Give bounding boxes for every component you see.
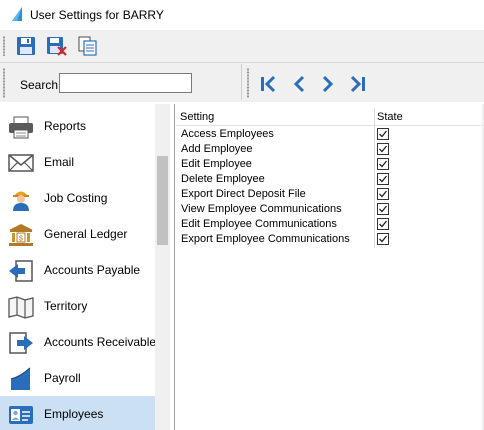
checkmark-icon (379, 175, 388, 183)
app-logo-icon (12, 7, 22, 21)
state-checkbox[interactable] (377, 143, 389, 155)
search-input[interactable] (59, 73, 192, 93)
checkmark-icon (379, 190, 388, 198)
last-record-button[interactable] (348, 74, 368, 94)
next-record-button[interactable] (318, 74, 338, 94)
last-record-icon (350, 75, 365, 93)
checkmark-icon (379, 235, 388, 243)
sidebar-item-label: Payroll (44, 371, 81, 385)
save-and-close-button[interactable] (46, 36, 67, 56)
setting-name: Edit Employee (181, 158, 252, 170)
sidebar-item-accounts-receivable[interactable]: Accounts Receivable (0, 324, 157, 360)
save-button[interactable] (16, 36, 36, 56)
printer-icon (9, 116, 33, 139)
state-checkbox[interactable] (377, 203, 389, 215)
sidebar-item-label: Reports (44, 119, 87, 133)
table-row[interactable]: Export Employee Communications (176, 232, 482, 247)
sidebar-item-label: Job Costing (44, 191, 108, 205)
sidebar-item-label: Accounts Payable (44, 263, 141, 277)
setting-name: Export Direct Deposit File (181, 188, 306, 200)
setting-name: Export Employee Communications (181, 233, 350, 245)
state-checkbox[interactable] (377, 128, 389, 140)
sidebar-item-label: Territory (44, 299, 88, 313)
table-row[interactable]: Export Direct Deposit File (176, 187, 482, 202)
save-close-icon (47, 37, 67, 56)
setting-name: Delete Employee (181, 173, 265, 185)
sidebar-item-label: Employees (44, 407, 104, 421)
sidebar-item-job-costing[interactable]: Job Costing (0, 180, 155, 216)
panel-divider[interactable] (174, 104, 175, 430)
svg-text:$: $ (19, 236, 23, 243)
toolbar-grip[interactable] (3, 36, 5, 56)
sidebar-item-email[interactable]: Email (0, 144, 155, 180)
previous-record-icon (293, 75, 305, 93)
header-divider (176, 125, 482, 126)
payable-icon (9, 260, 33, 282)
column-header-state[interactable]: State (377, 111, 403, 123)
copy-button[interactable] (78, 36, 98, 56)
sidebar-item-label: Accounts Receivable (44, 335, 157, 349)
sidebar-item-territory[interactable]: Territory (0, 288, 155, 324)
sidebar-item-employees[interactable]: Employees (0, 396, 155, 430)
setting-name: Access Employees (181, 128, 274, 140)
nav-grip[interactable] (247, 68, 249, 98)
sidebar-item-label: General Ledger (44, 227, 128, 241)
search-label: Search (20, 78, 59, 92)
state-checkbox[interactable] (377, 188, 389, 200)
table-row[interactable]: Edit Employee Communications (176, 217, 482, 232)
sidebar-item-accounts-payable[interactable]: Accounts Payable (0, 252, 155, 288)
window-title: User Settings for BARRY (30, 8, 164, 22)
table-row[interactable]: Edit Employee (176, 157, 482, 172)
setting-name: Add Employee (181, 143, 253, 155)
receivable-icon (9, 332, 33, 354)
state-checkbox[interactable] (377, 218, 389, 230)
first-record-icon (261, 75, 276, 93)
setting-name: Edit Employee Communications (181, 218, 337, 230)
sidebar-scroll-thumb[interactable] (157, 156, 168, 245)
checkmark-icon (379, 145, 388, 153)
column-header-setting[interactable]: Setting (180, 111, 214, 123)
sidebar-item-payroll[interactable]: Payroll (0, 360, 155, 396)
first-record-button[interactable] (259, 74, 279, 94)
sidebar: Reports Email Job Costing $ General Ledg… (0, 104, 170, 430)
toolbar (0, 30, 484, 62)
checkmark-icon (379, 205, 388, 213)
sidebar-item-label: Email (44, 155, 75, 169)
sidebar-item-general-ledger[interactable]: $ General Ledger (0, 216, 155, 252)
previous-record-button[interactable] (289, 74, 309, 94)
checkmark-icon (379, 160, 388, 168)
searchbar-grip[interactable] (3, 68, 5, 98)
toolbar-separator (241, 64, 242, 100)
map-icon (8, 296, 34, 319)
save-icon (17, 37, 35, 55)
table-row[interactable]: Access Employees (176, 127, 482, 142)
checkmark-icon (379, 130, 388, 138)
worker-icon (13, 191, 29, 211)
table-row[interactable]: Delete Employee (176, 172, 482, 187)
checkmark-icon (379, 220, 388, 228)
title-bar: User Settings for BARRY (0, 0, 484, 30)
table-row[interactable]: View Employee Communications (176, 202, 482, 217)
envelope-icon (8, 154, 34, 172)
state-checkbox[interactable] (377, 158, 389, 170)
sidebar-item-reports[interactable]: Reports (0, 108, 155, 144)
copy-icon (78, 36, 97, 56)
state-checkbox[interactable] (377, 173, 389, 185)
payroll-icon (10, 367, 31, 390)
setting-name: View Employee Communications (181, 203, 342, 215)
id-badge-icon (9, 406, 33, 424)
sidebar-scrollbar[interactable] (155, 104, 170, 430)
bank-icon: $ (9, 224, 33, 246)
next-record-icon (322, 75, 334, 93)
table-row[interactable]: Add Employee (176, 142, 482, 157)
state-checkbox[interactable] (377, 233, 389, 245)
